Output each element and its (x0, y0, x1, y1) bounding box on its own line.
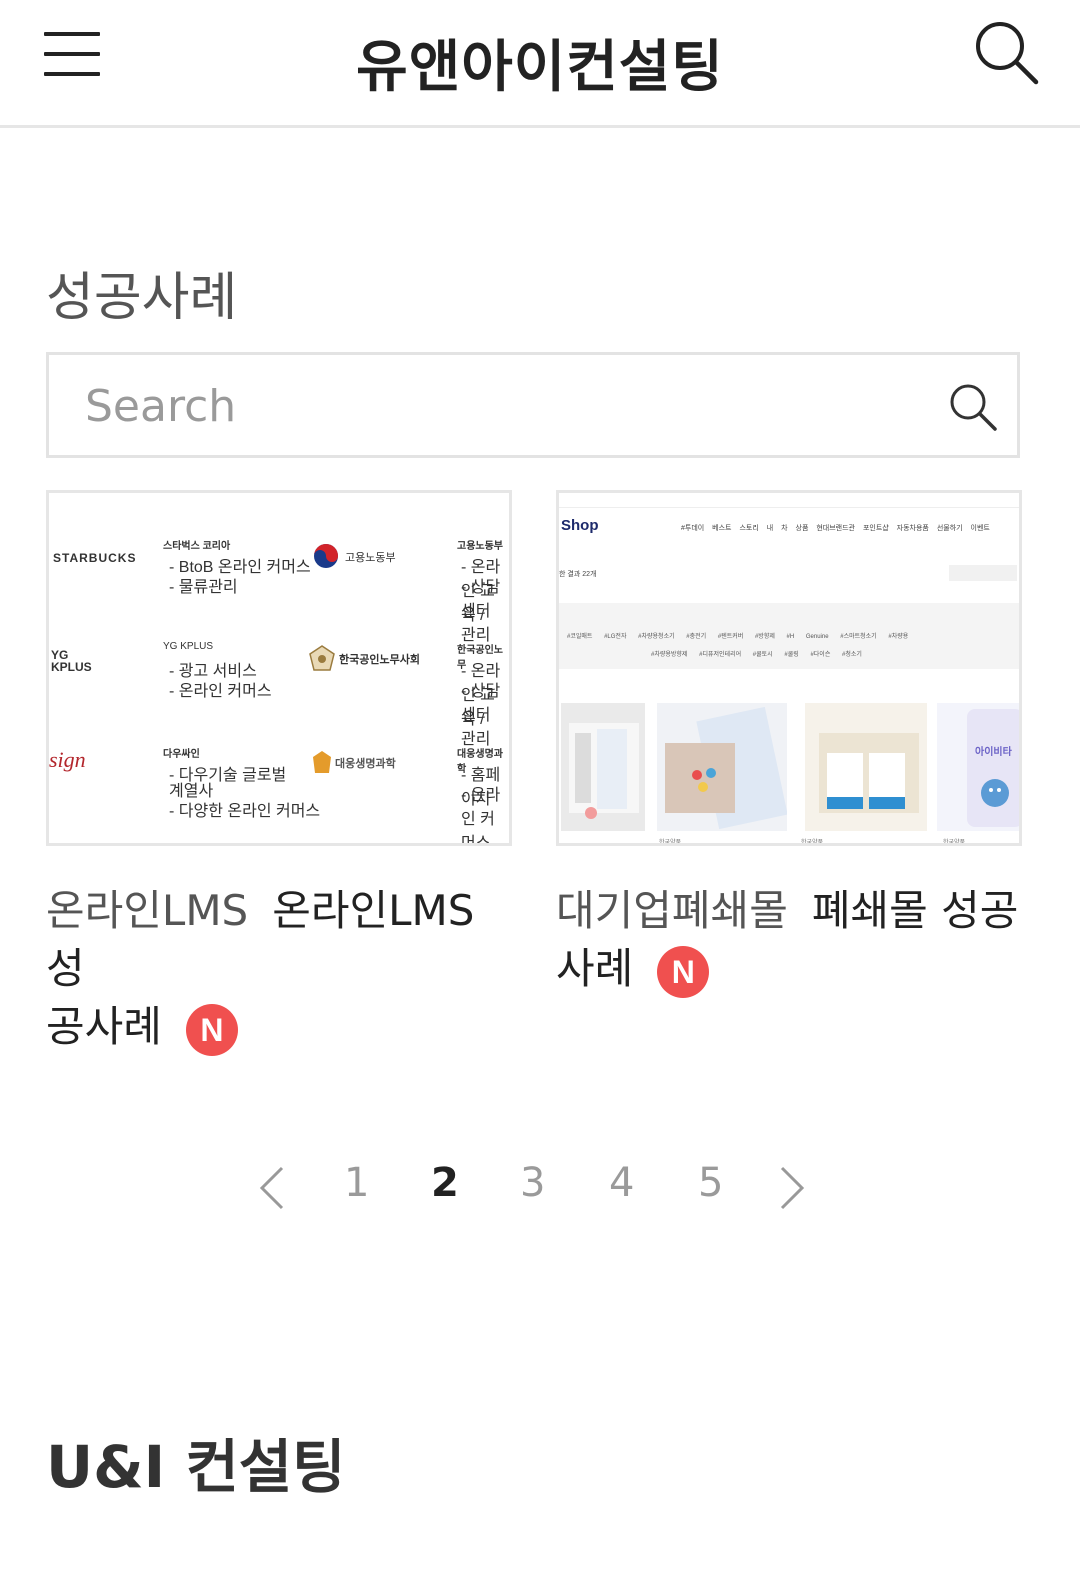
shop-logo: Shop (561, 517, 599, 534)
shop-nav: #투데이 베스트 스토리 내 차 상품 현대브랜드관 포인트샵 자동차용품 선물… (681, 525, 990, 532)
product-brand: 한국약품 (659, 840, 682, 846)
kcla-logo-text: 한국공인노무사회 (339, 654, 420, 666)
client-name: 스타벅스 코리아 (163, 541, 231, 552)
case-title[interactable]: 대기업폐쇄몰 폐쇄몰 성공 사례 N (556, 882, 1022, 998)
tag-row: #코일매트 #LG전자 #차량용청소기 #충전기 #텐트커버 #방향제 #H G… (567, 634, 909, 640)
page-link-1[interactable]: 1 (344, 1160, 369, 1206)
footer-brand: U&I 컨설팅 (46, 1433, 346, 1501)
client-name: YG KPLUS (163, 641, 214, 652)
search-button[interactable] (947, 381, 999, 433)
client-desc: - 상담센터 관리 (461, 683, 501, 748)
page-link-3[interactable]: 3 (520, 1160, 545, 1206)
search-icon (950, 384, 997, 431)
client-desc: - 다양한 온라인 커머스 (169, 803, 321, 820)
result-count: 한 결과 22개 (559, 571, 597, 578)
page-link-5[interactable]: 5 (698, 1160, 723, 1206)
search-icon[interactable] (972, 18, 1042, 88)
product-brand: 한국약품 (801, 840, 824, 846)
top-header: 유앤아이컨설팅 (0, 0, 1080, 128)
tag-row: #차량용방향제 #디퓨저인테리어 #쿨토시 #쿨링 #다이슨 #청소기 (651, 652, 862, 658)
case-card-lms[interactable]: STARBUCKS 스타벅스 코리아 - BtoB 온라인 커머스 - 물류관리… (46, 490, 512, 1056)
case-title-text-wrap: 사례 (556, 944, 634, 993)
pagination: 1 2 3 4 5 (256, 1160, 816, 1220)
moel-logo-text: 고용노동부 (345, 552, 396, 564)
site-title[interactable]: 유앤아이컨설팅 (0, 22, 1080, 103)
search-box (46, 352, 1020, 458)
product-image[interactable] (805, 703, 927, 831)
case-title-text-wrap: 공사례 (46, 1002, 162, 1051)
chevron-left-icon[interactable] (256, 1166, 288, 1210)
daewoong-emblem-icon (311, 749, 333, 780)
product-brand: 한국약품 (943, 840, 966, 846)
kcla-emblem-icon (309, 645, 335, 676)
page-link-2[interactable]: 2 (431, 1160, 459, 1206)
page-link-4[interactable]: 4 (609, 1160, 634, 1206)
search-input[interactable] (83, 369, 907, 443)
new-badge: N (185, 1003, 238, 1056)
section-title: 성공사례 (46, 268, 238, 328)
case-title[interactable]: 온라인LMS 온라인LMS 성 공사례 N (46, 882, 512, 1056)
daewoong-logo-text: 대웅생명과학 (335, 758, 396, 770)
daousign-logo: sign (49, 747, 86, 772)
case-category: 온라인LMS (46, 886, 249, 935)
client-desc: - 온라인 커머스 (169, 683, 272, 700)
client-desc: - 물류관리 (169, 579, 238, 596)
chevron-right-icon[interactable] (776, 1166, 808, 1210)
sort-select (949, 565, 1017, 581)
case-thumbnail-lms[interactable]: STARBUCKS 스타벅스 코리아 - BtoB 온라인 커머스 - 물류관리… (46, 490, 512, 846)
product-image[interactable] (937, 703, 1019, 831)
client-name: 다우싸인 (163, 749, 200, 760)
case-card-closed-mall[interactable]: Shop #투데이 베스트 스토리 내 차 상품 현대브랜드관 포인트샵 자동차… (556, 490, 1022, 998)
case-thumbnail-closed-mall[interactable]: Shop #투데이 베스트 스토리 내 차 상품 현대브랜드관 포인트샵 자동차… (556, 490, 1022, 846)
client-desc: - 상담센터 관리 (461, 579, 501, 644)
starbucks-logo: STARBUCKS (53, 551, 137, 565)
new-badge: N (657, 945, 710, 998)
product-image[interactable] (561, 703, 645, 831)
case-title-text: 폐쇄몰 성공 (811, 886, 1019, 935)
moel-logo (313, 543, 339, 574)
ygkplus-logo: YG KPLUS (51, 648, 92, 674)
case-category: 대기업폐쇄몰 (556, 886, 788, 935)
client-desc: - 온라인 커머스 (461, 787, 501, 846)
product-image[interactable] (657, 703, 788, 831)
shop-topbar (559, 493, 1019, 508)
client-name: 고용노동부 (457, 541, 503, 552)
product-label: 아이비타 (975, 747, 1012, 758)
